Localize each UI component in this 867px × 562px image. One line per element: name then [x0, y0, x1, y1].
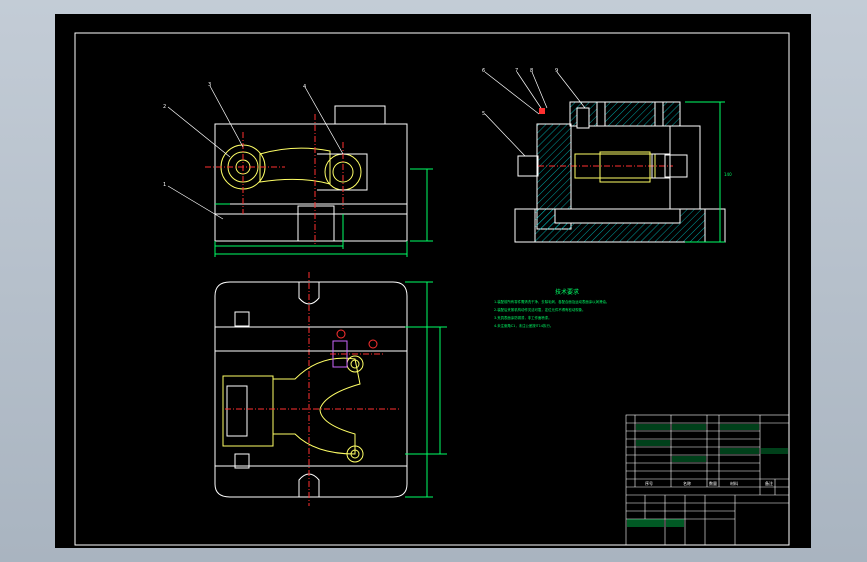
tech-req-line-3: 3.夹具表面涂防锈漆，非工作面喷漆。	[494, 315, 551, 320]
title-block-header: 序号 名称 数量 材料 备注	[645, 480, 773, 486]
balloon-4: 4	[303, 84, 306, 90]
title-block-fill	[627, 424, 788, 527]
drawing-sheet[interactable]: 140 2 3 4 1 6 7 8 9 5 技术要求 1.装配前所有零件需清洗干…	[55, 14, 811, 548]
header-remark: 备注	[765, 480, 773, 486]
balloon-2: 2	[163, 104, 166, 110]
drawing-canvas[interactable]: 140 2 3 4 1 6 7 8 9 5 技术要求 1.装配前所有零件需清洗干…	[55, 14, 811, 548]
tech-req-line-4: 4.未注倒角C1，未注公差按IT14执行。	[494, 323, 553, 328]
balloon-7: 7	[515, 68, 518, 74]
drawing-border	[74, 32, 790, 546]
balloon-8: 8	[530, 68, 533, 74]
balloon-3: 3	[208, 82, 211, 88]
balloon-5: 5	[482, 111, 485, 117]
balloon-9: 9	[555, 68, 558, 74]
balloon-6: 6	[482, 68, 485, 74]
header-qty: 数量	[709, 480, 717, 486]
balloon-leaders	[167, 71, 586, 220]
top-view	[214, 272, 447, 506]
header-name: 名称	[683, 480, 691, 486]
svg-text:140: 140	[724, 172, 732, 177]
header-material: 材料	[730, 480, 738, 486]
side-section-view: 140	[514, 101, 732, 243]
technical-requirements: 技术要求 1.装配前所有零件需清洗干净，去除毛刺，各配合面及运动表面涂以润滑油。…	[494, 288, 609, 328]
balloon-1: 1	[163, 182, 166, 188]
tech-req-line-1: 1.装配前所有零件需清洗干净，去除毛刺，各配合面及运动表面涂以润滑油。	[494, 299, 609, 304]
front-view	[205, 105, 433, 257]
header-index: 序号	[645, 480, 653, 486]
tech-req-title: 技术要求	[555, 288, 579, 296]
tech-req-line-2: 2.装配后夹紧机构动作灵活可靠，定位元件不得有松动现象。	[494, 307, 585, 312]
cad-viewport[interactable]: 140 2 3 4 1 6 7 8 9 5 技术要求 1.装配前所有零件需清洗干…	[0, 0, 867, 562]
